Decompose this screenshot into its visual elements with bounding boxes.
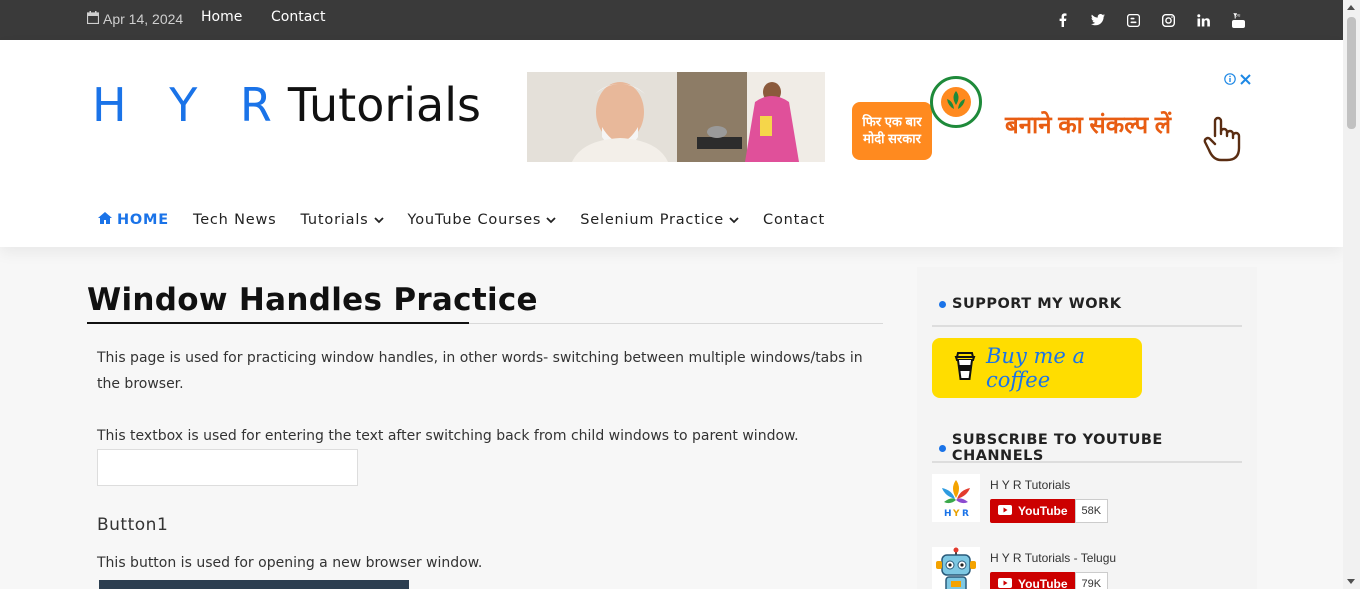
nav-item-tutorials[interactable]: Tutorials (300, 212, 384, 228)
bullet-dot (939, 300, 946, 308)
nav-item-home[interactable]: HOME (98, 212, 169, 228)
social-links: You (1056, 12, 1245, 28)
parent-window-textbox[interactable] (97, 449, 358, 486)
subscribe-widget-title: SUBSCRIBE TO YOUTUBE CHANNELS (939, 432, 1257, 464)
youtube-button-label: YouTube (1018, 504, 1068, 518)
date-text: Apr 14, 2024 (103, 11, 184, 27)
instagram-icon[interactable] (1161, 12, 1175, 28)
ad-badge-line1: फिर एक बार (862, 114, 922, 130)
youtube-button-label: YouTube (1018, 577, 1068, 589)
support-title-text: SUPPORT MY WORK (952, 296, 1122, 312)
svg-text:Y: Y (952, 509, 960, 519)
textbox-description: This textbox is used for entering the te… (97, 428, 799, 444)
top-link-home[interactable]: Home (201, 9, 242, 25)
chevron-down-icon (373, 212, 384, 228)
support-widget-title: SUPPORT MY WORK (939, 296, 1121, 312)
linkedin-icon[interactable] (1196, 12, 1210, 28)
blogger-icon[interactable] (1126, 12, 1140, 28)
logo-hyr: H Y R (92, 78, 286, 132)
subscriber-count: 79K (1074, 572, 1109, 589)
nav-home-label: HOME (117, 212, 169, 228)
bullet-dot (939, 444, 946, 452)
facebook-icon[interactable] (1056, 12, 1070, 28)
chevron-down-icon (729, 212, 739, 228)
nav-item-tech-news[interactable]: Tech News (193, 212, 276, 228)
logo-tutorials: Tutorials (287, 78, 481, 132)
nav-selenium-practice-label: Selenium Practice (580, 212, 725, 228)
twitter-icon[interactable] (1091, 12, 1105, 28)
home-icon (98, 212, 112, 228)
top-bar: Apr 14, 2024 Home Contact You (0, 0, 1343, 40)
subscribe-divider (932, 461, 1242, 463)
new-browser-window-button[interactable] (99, 580, 409, 589)
scroll-down-arrow-icon[interactable] (1347, 579, 1355, 584)
scrollbar-thumb[interactable] (1347, 17, 1356, 129)
channel-row: H Y R Tutorials - Telugu YouTube 79K (932, 547, 1116, 589)
ad-badge: फिर एक बार मोदी सरकार (852, 102, 932, 160)
button1-description: This button is used for opening a new br… (97, 555, 483, 571)
channel-avatar[interactable]: HYR (932, 474, 980, 522)
calendar-icon (86, 11, 100, 27)
nav-item-contact[interactable]: Contact (763, 212, 825, 228)
youtube-subscribe-button[interactable]: YouTube (990, 499, 1076, 523)
page-title: Window Handles Practice (87, 282, 538, 318)
nav-item-youtube-courses[interactable]: YouTube Courses (408, 212, 557, 228)
channel-name[interactable]: H Y R Tutorials (990, 478, 1108, 492)
subscriber-count: 58K (1074, 499, 1109, 523)
youtube-icon[interactable]: You (1231, 12, 1245, 28)
youtube-subscribe-button[interactable]: YouTube (990, 572, 1076, 589)
youtube-play-icon (998, 504, 1012, 518)
main-content: Window Handles Practice This page is use… (87, 267, 883, 589)
nav-tutorials-label: Tutorials (300, 212, 369, 228)
coffee-label: Buy me a coffee (986, 344, 1086, 392)
scroll-up-arrow-icon[interactable] (1347, 5, 1355, 10)
coffee-cup-icon (954, 351, 976, 386)
ad-photo (527, 72, 825, 162)
sidebar: SUPPORT MY WORK Buy me a coffee SUBSCRIB… (917, 267, 1257, 589)
nav-item-selenium-practice[interactable]: Selenium Practice (580, 212, 739, 228)
buy-me-a-coffee-button[interactable]: Buy me a coffee (932, 338, 1142, 398)
subscribe-title-text: SUBSCRIBE TO YOUTUBE CHANNELS (951, 432, 1163, 464)
top-link-contact[interactable]: Contact (271, 9, 325, 25)
nav-tech-news-label: Tech News (193, 212, 277, 228)
youtube-play-icon (998, 577, 1012, 589)
site-logo[interactable]: H Y RTutorials (92, 78, 481, 132)
support-divider (932, 325, 1242, 327)
nav-youtube-courses-label: YouTube Courses (407, 212, 542, 228)
channel-avatar[interactable] (932, 547, 980, 589)
ad-party-logo (930, 76, 982, 128)
pointer-hand-icon (1203, 116, 1243, 167)
nav-contact-label: Contact (763, 212, 826, 228)
ad-close-icon[interactable] (1240, 73, 1251, 88)
page: Apr 14, 2024 Home Contact You H Y RTutor… (0, 0, 1343, 589)
main-nav: HOME Tech News Tutorials YouTube Courses… (98, 212, 849, 228)
date-display: Apr 14, 2024 (86, 11, 184, 27)
chevron-down-icon (546, 212, 556, 228)
channel-name[interactable]: H Y R Tutorials - Telugu (990, 551, 1116, 565)
advertisement-banner[interactable]: फिर एक बार मोदी सरकार बनाने का संकल्प ले… (527, 72, 1255, 162)
title-underline (87, 322, 469, 324)
site-header: H Y RTutorials फिर एक बार मोदी सरकार बना… (0, 40, 1343, 247)
ad-slogan: बनाने का संकल्प लें (1005, 112, 1172, 139)
svg-text:R: R (962, 509, 969, 519)
vertical-scrollbar[interactable] (1343, 0, 1360, 589)
intro-text: This page is used for practicing window … (97, 350, 863, 392)
ad-badge-line2: मोदी सरकार (863, 131, 921, 146)
ad-info-icon[interactable] (1224, 73, 1236, 88)
button1-heading: Button1 (97, 515, 169, 535)
svg-text:You: You (1232, 13, 1240, 18)
channel-row: HYR H Y R Tutorials YouTube 58K (932, 474, 1109, 523)
ad-controls[interactable] (1224, 73, 1251, 88)
svg-text:H: H (944, 509, 952, 519)
